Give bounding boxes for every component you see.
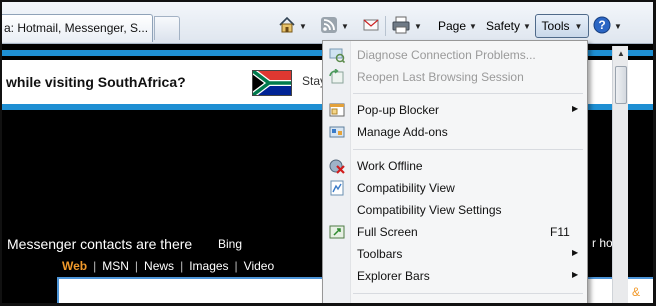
safety-menu-label: Safety <box>486 19 521 33</box>
menu-item-reopen-session[interactable]: Reopen Last Browsing Session <box>323 66 589 88</box>
menu-item-label: Pop-up Blocker <box>357 103 440 117</box>
page-menu-label: Page <box>438 19 467 33</box>
help-button[interactable]: ? ▼ <box>593 14 622 38</box>
addons-icon <box>329 124 345 140</box>
new-tab-button[interactable] <box>154 16 180 40</box>
divider: | <box>134 259 139 273</box>
menu-item-compatibility-view[interactable]: Compatibility View <box>323 177 589 199</box>
command-bar: a: Hotmail, Messenger, S... ▼ ▼ ▼ Page ▼… <box>2 2 653 44</box>
menu-separator <box>353 149 583 150</box>
print-button[interactable]: ▼ <box>391 14 422 38</box>
search-nav-video[interactable]: Video <box>244 259 274 273</box>
menu-separator <box>353 93 583 94</box>
tools-dropdown-menu: Diagnose Connection Problems... Reopen L… <box>322 40 589 303</box>
menu-item-label: Manage Add-ons <box>357 125 448 139</box>
toolbar-separator <box>385 16 386 36</box>
menu-separator <box>353 293 583 294</box>
menu-item-compatibility-view-settings[interactable]: Compatibility View Settings <box>323 199 589 221</box>
compatibility-view-icon <box>329 180 345 196</box>
menu-item-full-screen[interactable]: Full Screen F11 <box>323 221 589 243</box>
chevron-down-icon: ▼ <box>469 21 477 31</box>
bing-label: Bing <box>218 237 243 251</box>
search-nav-web[interactable]: Web <box>62 259 87 273</box>
menu-item-explorer-bars[interactable]: Explorer Bars ▶ <box>323 265 589 287</box>
scroll-up-icon[interactable]: ▲ <box>617 49 625 58</box>
submenu-arrow-icon: ▶ <box>572 104 579 113</box>
print-icon <box>391 16 411 37</box>
shortcut-label: F11 <box>550 225 570 239</box>
right-edge-text: r ho <box>592 236 613 250</box>
mail-icon <box>362 16 380 37</box>
menu-item-label: Compatibility View <box>357 181 455 195</box>
home-icon <box>278 16 296 37</box>
submenu-arrow-icon: ▶ <box>572 270 579 279</box>
chevron-down-icon: ▼ <box>614 21 622 31</box>
help-icon: ? <box>593 16 611 37</box>
read-mail-button[interactable] <box>362 14 380 38</box>
menu-item-label: Diagnose Connection Problems... <box>357 48 536 62</box>
safety-menu-button[interactable]: Safety ▼ <box>486 14 531 38</box>
menu-item-diagnose-connection[interactable]: Diagnose Connection Problems... <box>323 44 589 66</box>
search-nav-msn[interactable]: MSN <box>102 259 129 273</box>
reopen-session-icon <box>329 68 345 85</box>
chevron-down-icon: ▼ <box>414 21 422 31</box>
banner-text: while visiting SouthAfrica? <box>6 74 186 90</box>
rss-feed-icon <box>320 16 338 37</box>
chevron-down-icon: ▼ <box>523 21 531 31</box>
scrollbar-thumb[interactable] <box>615 66 627 104</box>
south-africa-flag-icon <box>251 68 292 98</box>
search-nav-images[interactable]: Images <box>189 259 228 273</box>
menu-item-label: Full Screen <box>357 225 418 239</box>
divider: | <box>93 259 97 273</box>
menu-item-popup-blocker[interactable]: Pop-up Blocker ▶ <box>323 99 589 121</box>
diagnose-icon <box>329 47 346 64</box>
menu-item-label: Reopen Last Browsing Session <box>357 70 524 84</box>
menu-item-label: Explorer Bars <box>357 269 430 283</box>
search-nav-news[interactable]: News <box>144 259 174 273</box>
search-nav: Web | MSN | News | Images | Video <box>62 259 274 273</box>
browser-window: a: Hotmail, Messenger, S... ▼ ▼ ▼ Page ▼… <box>0 0 656 306</box>
chevron-down-icon: ▼ <box>341 21 349 31</box>
messenger-text: Messenger contacts are there <box>7 236 193 252</box>
divider: | <box>180 259 184 273</box>
tools-menu-label: Tools <box>541 19 570 33</box>
tools-menu-button[interactable]: Tools ▼ <box>535 14 589 38</box>
menu-item-label: Compatibility View Settings <box>357 203 502 217</box>
menu-item-toolbars[interactable]: Toolbars ▶ <box>323 243 589 265</box>
page-menu-button[interactable]: Page ▼ <box>438 14 477 38</box>
menu-item-label: Toolbars <box>357 247 403 261</box>
svg-text:?: ? <box>598 18 605 32</box>
vertical-scrollbar[interactable]: ▲ <box>612 46 628 303</box>
divider: | <box>234 259 238 273</box>
chevron-down-icon: ▼ <box>574 21 583 31</box>
submenu-arrow-icon: ▶ <box>572 248 579 257</box>
feeds-button[interactable]: ▼ <box>320 14 349 38</box>
home-button[interactable]: ▼ <box>278 14 307 38</box>
browser-tab[interactable]: a: Hotmail, Messenger, S... <box>2 14 153 42</box>
menu-item-work-offline[interactable]: Work Offline <box>323 155 589 177</box>
search-input[interactable] <box>57 277 327 303</box>
chevron-down-icon: ▼ <box>299 21 307 31</box>
full-screen-icon <box>329 224 345 240</box>
work-offline-icon <box>329 158 345 174</box>
popup-blocker-icon <box>329 102 345 118</box>
menu-item-label: Work Offline <box>357 159 423 173</box>
right-box-text: & <box>631 285 640 299</box>
menu-item-manage-addons[interactable]: Manage Add-ons <box>323 121 589 143</box>
